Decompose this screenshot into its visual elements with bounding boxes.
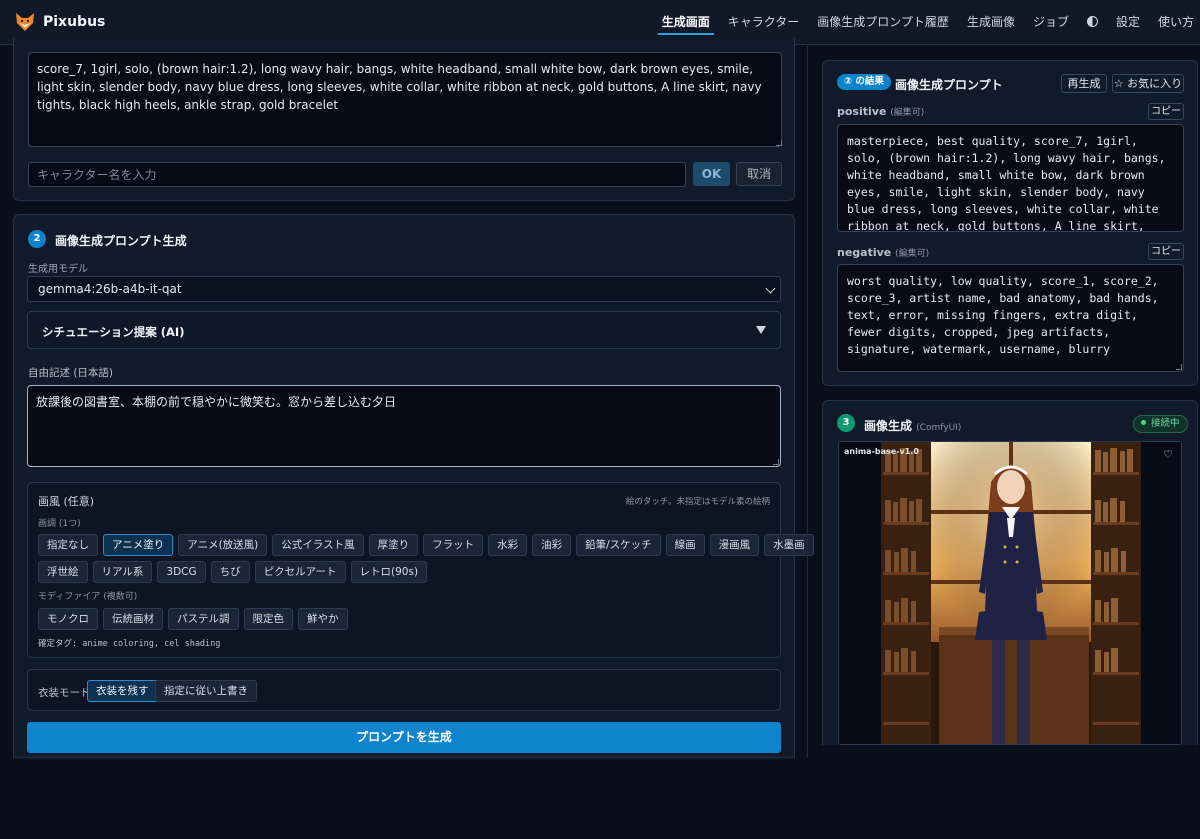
modifier-chip[interactable]: パステル調: [168, 608, 239, 630]
style-sub-label: 画調 (1つ): [38, 519, 81, 529]
style-chip[interactable]: アニメ(放送風): [178, 534, 268, 556]
style-chip[interactable]: 水彩: [488, 534, 528, 556]
modifier-label: モディファイア (複数可): [38, 592, 138, 602]
style-chip[interactable]: 厚塗り: [368, 534, 419, 556]
generated-image-frame[interactable]: anima-base-v1.0 ♡: [838, 441, 1182, 745]
positive-label-text: positive: [837, 105, 887, 118]
favorite-button[interactable]: ☆ お気に入り: [1112, 74, 1184, 93]
outfit-keep-button[interactable]: 衣装を残す: [87, 680, 158, 702]
modifier-chips: モノクロ 伝統画材 パステル調 限定色 鮮やか: [38, 608, 348, 630]
theme-toggle[interactable]: [1086, 0, 1098, 45]
style-chip[interactable]: 鉛筆/スケッチ: [576, 534, 661, 556]
style-chips-row2: 浮世絵 リアル系 3DCG ちび ピクセルアート レトロ(90s): [38, 561, 428, 583]
fox-logo-icon: [16, 13, 34, 31]
model-tag: anima-base-v1.0: [844, 447, 919, 456]
ok-button[interactable]: OK: [693, 162, 730, 186]
negative-label: negative (編集可): [837, 246, 929, 259]
step-number-badge: 3: [837, 414, 855, 432]
copy-negative-button[interactable]: コピー: [1148, 243, 1184, 260]
character-panel: score_7, 1girl, solo, (brown hair:1.2), …: [13, 38, 795, 201]
model-select-value: gemma4:26b-a4b-it-qat: [38, 282, 182, 296]
image-gen-sub: (ComfyUI): [916, 423, 962, 433]
style-chip[interactable]: 公式イラスト風: [272, 534, 364, 556]
outfit-override-button[interactable]: 指定に従い上書き: [155, 680, 257, 702]
nav-settings[interactable]: 設定: [1116, 0, 1140, 45]
character-name-input[interactable]: キャラクター名を入力: [28, 162, 686, 187]
negative-edit-note: (編集可): [895, 249, 930, 259]
style-title: 画風 (任意): [38, 495, 95, 508]
chevron-down-icon: [765, 283, 776, 294]
heart-icon[interactable]: ♡: [1163, 448, 1173, 461]
step-number-badge: 2: [28, 230, 46, 248]
free-text-textarea[interactable]: 放課後の図書室、本棚の前で穏やかに微笑む。窓から差し込む夕日: [27, 385, 781, 467]
negative-label-text: negative: [837, 246, 892, 259]
positive-label: positive (編集可): [837, 105, 924, 118]
character-tags-textarea[interactable]: score_7, 1girl, solo, (brown hair:1.2), …: [28, 52, 782, 147]
free-text-label: 自由記述 (日本語): [28, 367, 114, 379]
nav-prompt-history[interactable]: 画像生成プロンプト履歴: [817, 0, 949, 45]
divider: [13, 756, 795, 758]
result-title: 画像生成プロンプト: [895, 78, 1003, 92]
outfit-mode-box: 衣装モード 衣装を残す 指定に従い上書き: [27, 669, 781, 711]
connection-status-text: 接続中: [1151, 418, 1180, 429]
generated-image: [839, 442, 1181, 744]
style-chip[interactable]: レトロ(90s): [350, 561, 428, 583]
modifier-chip[interactable]: モノクロ: [38, 608, 98, 630]
copy-positive-button[interactable]: コピー: [1148, 103, 1184, 120]
style-chip[interactable]: リアル系: [92, 561, 153, 583]
cancel-button[interactable]: 取消: [736, 162, 782, 186]
confirmed-tags: 確定タグ: anime coloring, cel shading: [38, 639, 221, 649]
positive-edit-note: (編集可): [890, 108, 925, 118]
modifier-chip[interactable]: 伝統画材: [103, 608, 163, 630]
resize-grip-icon[interactable]: [1176, 364, 1182, 370]
app-logo[interactable]: Pixubus: [14, 11, 105, 33]
style-chip-selected[interactable]: アニメ塗り: [103, 534, 174, 556]
negative-textarea[interactable]: worst quality, low quality, score_1, sco…: [837, 264, 1184, 372]
style-chip[interactable]: 浮世絵: [38, 561, 88, 583]
resize-grip-icon[interactable]: [773, 459, 779, 465]
modifier-chip[interactable]: 鮮やか: [298, 608, 348, 630]
style-chip[interactable]: 油彩: [532, 534, 572, 556]
image-gen-title: 画像生成 (ComfyUI): [864, 417, 961, 434]
nav-images[interactable]: 生成画像: [967, 0, 1015, 45]
positive-textarea[interactable]: masterpiece, best quality, score_7, 1gir…: [837, 124, 1184, 232]
style-chip[interactable]: ピクセルアート: [254, 561, 346, 583]
caret-down-icon: [756, 326, 766, 334]
resize-grip-icon[interactable]: [776, 140, 782, 146]
image-gen-title-text: 画像生成: [864, 419, 913, 433]
style-chip[interactable]: 3DCG: [157, 561, 206, 583]
style-chip[interactable]: ちび: [210, 561, 250, 583]
situation-accordion[interactable]: シチュエーション提案 (AI): [27, 311, 781, 349]
style-chip[interactable]: 線画: [665, 534, 705, 556]
style-chip[interactable]: 漫画風: [709, 534, 760, 556]
situation-label: シチュエーション提案 (AI): [42, 325, 185, 339]
column-divider: [807, 46, 808, 758]
style-chip[interactable]: 指定なし: [38, 534, 98, 556]
app-title: Pixubus: [43, 14, 106, 30]
style-chip[interactable]: フラット: [423, 534, 484, 556]
model-select[interactable]: gemma4:26b-a4b-it-qat: [27, 276, 781, 302]
generate-prompt-button[interactable]: プロンプトを生成: [27, 722, 781, 753]
result-badge: ② の結果: [837, 74, 891, 90]
style-chips-row1: 指定なし アニメ塗り アニメ(放送風) 公式イラスト風 厚塗り フラット 水彩 …: [38, 534, 814, 556]
prompt-gen-title: 画像生成プロンプト生成: [55, 234, 187, 248]
modifier-chip[interactable]: 限定色: [243, 608, 293, 630]
model-label: 生成用モデル: [28, 264, 88, 275]
status-dot-icon: [1141, 420, 1146, 425]
nav-jobs[interactable]: ジョブ: [1033, 0, 1069, 45]
nav-help[interactable]: 使い方: [1158, 0, 1194, 45]
half-circle-icon: [1086, 16, 1098, 27]
connection-status-badge: 接続中: [1133, 415, 1188, 433]
style-box: 画風 (任意) 絵のタッチ。未指定はモデル素の絵柄 画調 (1つ) 指定なし ア…: [27, 482, 814, 658]
style-hint: 絵のタッチ。未指定はモデル素の絵柄: [625, 497, 770, 507]
outfit-mode-label: 衣装モード: [38, 687, 91, 699]
regenerate-button[interactable]: 再生成: [1061, 74, 1107, 93]
